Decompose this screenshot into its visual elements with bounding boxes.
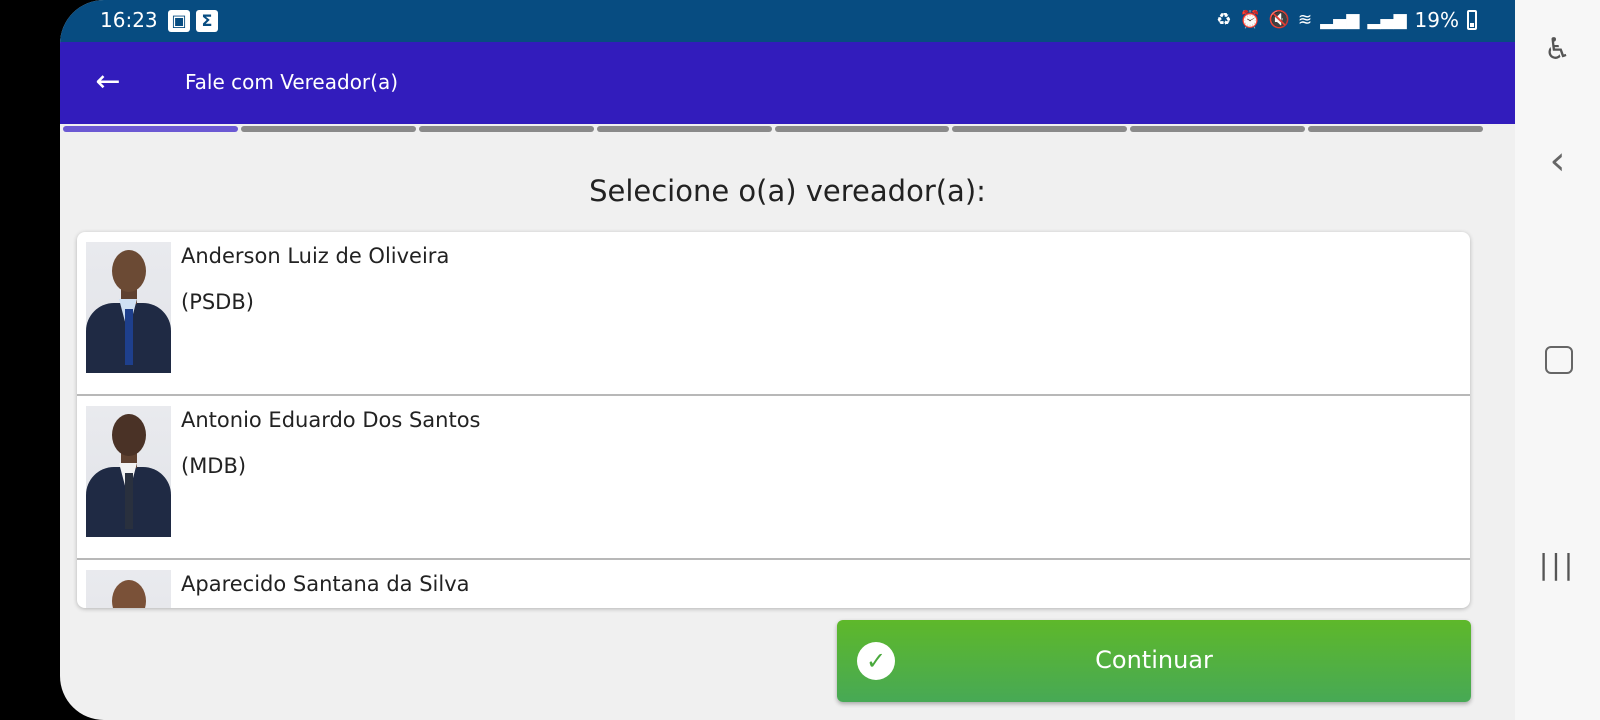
system-nav-bar: ♿ ‹ ||| bbox=[1515, 0, 1600, 720]
app-bar: ← Fale com Vereador(a) bbox=[60, 42, 1515, 124]
mute-icon: 🔇 bbox=[1268, 10, 1290, 30]
progress-segment bbox=[596, 126, 772, 132]
progress-segment bbox=[1130, 126, 1306, 132]
signal-icon: ▂▄▆ bbox=[1320, 10, 1360, 30]
councilor-row[interactable]: Antonio Eduardo Dos Santos (MDB) bbox=[77, 396, 1470, 560]
status-bar: 16:23 ▣ Σ ♻ ⏰ 🔇 ≋ ▂▄▆ ▂▄▆ 19% bbox=[60, 0, 1515, 42]
progress-segment bbox=[240, 126, 416, 132]
councilor-name: Aparecido Santana da Silva bbox=[181, 572, 470, 596]
councilor-list[interactable]: Anderson Luiz de Oliveira (PSDB) Antonio… bbox=[77, 232, 1470, 608]
section-heading: Selecione o(a) vereador(a): bbox=[589, 174, 986, 208]
councilor-row[interactable]: Aparecido Santana da Silva bbox=[77, 560, 1470, 608]
continue-button[interactable]: ✓ Continuar bbox=[837, 620, 1471, 702]
progress-segment bbox=[774, 126, 950, 132]
battery-saver-icon: ♻ bbox=[1216, 10, 1232, 30]
progress-segment bbox=[418, 126, 594, 132]
image-icon: ▣ bbox=[168, 10, 190, 32]
signal-icon-2: ▂▄▆ bbox=[1367, 10, 1407, 30]
nav-recents-icon[interactable]: ||| bbox=[1515, 548, 1600, 581]
progress-segment bbox=[63, 126, 238, 132]
continue-label: Continuar bbox=[1095, 646, 1213, 674]
accessibility-icon[interactable]: ♿ bbox=[1515, 32, 1600, 67]
step-progress bbox=[63, 126, 1483, 132]
councilor-photo bbox=[86, 242, 171, 373]
alarm-icon: ⏰ bbox=[1239, 10, 1261, 30]
councilor-photo bbox=[86, 406, 171, 537]
councilor-party: (MDB) bbox=[181, 454, 247, 478]
nav-home-icon[interactable] bbox=[1545, 346, 1573, 374]
back-arrow-icon[interactable]: ← bbox=[88, 62, 128, 102]
status-time: 16:23 bbox=[100, 8, 158, 32]
battery-percent: 19% bbox=[1414, 8, 1459, 32]
councilor-name: Anderson Luiz de Oliveira bbox=[181, 244, 450, 268]
councilor-party: (PSDB) bbox=[181, 290, 254, 314]
nav-back-icon[interactable]: ‹ bbox=[1515, 138, 1600, 184]
notification-icons: ▣ Σ bbox=[168, 10, 218, 32]
councilor-row[interactable]: Anderson Luiz de Oliveira (PSDB) bbox=[77, 232, 1470, 396]
progress-segment bbox=[1308, 126, 1483, 132]
councilor-name: Antonio Eduardo Dos Santos bbox=[181, 408, 481, 432]
status-indicators: ♻ ⏰ 🔇 ≋ ▂▄▆ ▂▄▆ 19% bbox=[1216, 8, 1477, 32]
sigma-icon: Σ bbox=[196, 10, 218, 32]
councilor-photo bbox=[86, 570, 171, 608]
battery-icon bbox=[1467, 10, 1477, 30]
progress-segment bbox=[952, 126, 1128, 132]
app-screen: 16:23 ▣ Σ ♻ ⏰ 🔇 ≋ ▂▄▆ ▂▄▆ 19% ← Fale com… bbox=[60, 0, 1515, 720]
page-title: Fale com Vereador(a) bbox=[185, 70, 399, 94]
wifi-icon: ≋ bbox=[1297, 10, 1313, 30]
